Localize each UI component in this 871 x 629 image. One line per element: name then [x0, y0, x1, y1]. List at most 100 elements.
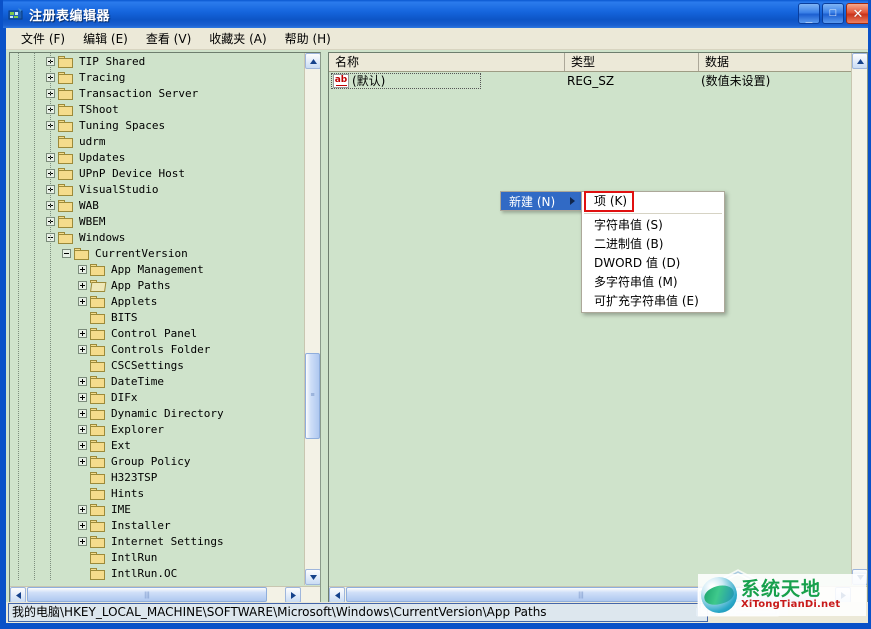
tree-node[interactable]: Group Policy [10, 453, 304, 469]
menu-help[interactable]: 帮助 (H) [276, 28, 340, 49]
submenu-item-expandable-string-value[interactable]: 可扩充字符串值 (E) [582, 292, 724, 311]
expand-node-icon[interactable] [78, 329, 87, 338]
tree-node-spacer [78, 489, 87, 498]
expand-node-icon[interactable] [78, 393, 87, 402]
tree-node[interactable]: Transaction Server [10, 85, 304, 101]
menu-file[interactable]: 文件 (F) [12, 28, 74, 49]
list-hscroll-thumb[interactable]: ||| [346, 587, 816, 602]
expand-node-icon[interactable] [78, 297, 87, 306]
expand-node-icon[interactable] [78, 409, 87, 418]
tree-node-spacer [78, 361, 87, 370]
expand-node-icon[interactable] [78, 441, 87, 450]
minimize-button[interactable]: _ [798, 3, 820, 24]
tree-node[interactable]: App Management [10, 261, 304, 277]
submenu-item-multi-string-value[interactable]: 多字符串值 (M) [582, 273, 724, 292]
menu-view[interactable]: 查看 (V) [137, 28, 200, 49]
tree-node[interactable]: udrm [10, 133, 304, 149]
tree-node[interactable]: DateTime [10, 373, 304, 389]
tree-node[interactable]: IME [10, 501, 304, 517]
column-header-type[interactable]: 类型 [565, 53, 699, 71]
expand-node-icon[interactable] [78, 425, 87, 434]
tree-node[interactable]: IntlRun.OC [10, 565, 304, 581]
tree-node[interactable]: Tuning Spaces [10, 117, 304, 133]
tree-node-label: CSCSettings [110, 359, 184, 372]
folder-icon [58, 167, 74, 180]
expand-node-icon[interactable] [78, 281, 87, 290]
expand-node-icon[interactable] [78, 457, 87, 466]
tree-node-label: WAB [78, 199, 99, 212]
list-hscroll-right-button[interactable] [835, 587, 851, 603]
tree-node[interactable]: CurrentVersion [10, 245, 304, 261]
expand-node-icon[interactable] [78, 377, 87, 386]
menu-edit[interactable]: 编辑 (E) [74, 28, 137, 49]
minimize-icon: _ [799, 13, 819, 21]
submenu-item-string-value[interactable]: 字符串值 (S) [582, 216, 724, 235]
tree-scroll-thumb[interactable]: ≡ [305, 353, 320, 439]
tree-node-label: Dynamic Directory [110, 407, 224, 420]
list-vertical-scrollbar[interactable] [851, 53, 867, 585]
tree-hscroll-thumb[interactable]: ||| [27, 587, 267, 602]
submenu-arrow-icon [570, 197, 575, 205]
menu-favorites[interactable]: 收藏夹 (A) [200, 28, 275, 49]
tree-node[interactable]: Explorer [10, 421, 304, 437]
column-header-data[interactable]: 数据 [699, 53, 867, 71]
tree-node[interactable]: Ext [10, 437, 304, 453]
list-scroll-down-button[interactable] [852, 569, 868, 585]
registry-editor-window: 注册表编辑器 _ □ ✕ 文件 (F) 编辑 (E) 查看 (V) 收藏夹 (A… [0, 0, 871, 629]
tree-node[interactable]: Applets [10, 293, 304, 309]
tree-node[interactable]: WAB [10, 197, 304, 213]
submenu-item-dword-value[interactable]: DWORD 值 (D) [582, 254, 724, 273]
collapse-node-icon[interactable] [62, 249, 71, 258]
tree-node[interactable]: Tracing [10, 69, 304, 85]
tree-horizontal-scrollbar[interactable]: ||| [10, 586, 320, 602]
tree-hscroll-left-button[interactable] [10, 587, 26, 603]
tree-node[interactable]: Windows [10, 229, 304, 245]
folder-icon [90, 423, 106, 436]
list-hscroll-left-button[interactable] [329, 587, 345, 603]
folder-icon [90, 567, 106, 580]
column-header-name[interactable]: 名称 [329, 53, 565, 71]
tree-node[interactable]: Installer [10, 517, 304, 533]
maximize-button[interactable]: □ [822, 3, 844, 24]
tree-node[interactable]: UPnP Device Host [10, 165, 304, 181]
tree-node[interactable]: Hints [10, 485, 304, 501]
tree-node[interactable]: Controls Folder [10, 341, 304, 357]
tree-node-label: IntlRun.OC [110, 567, 177, 580]
tree-node[interactable]: DIFx [10, 389, 304, 405]
folder-icon [90, 375, 106, 388]
tree-node[interactable]: App Paths [10, 277, 304, 293]
title-bar[interactable]: 注册表编辑器 _ □ ✕ [3, 0, 871, 28]
expand-node-icon[interactable] [78, 505, 87, 514]
tree-node[interactable]: TShoot [10, 101, 304, 117]
tree-vertical-scrollbar[interactable]: ≡ [304, 53, 320, 585]
table-row[interactable]: ab (默认) REG_SZ (数值未设置) [329, 72, 867, 90]
close-button[interactable]: ✕ [846, 3, 870, 24]
tree-scroll-down-button[interactable] [305, 569, 321, 585]
submenu-item-binary-value[interactable]: 二进制值 (B) [582, 235, 724, 254]
tree-node[interactable]: Updates [10, 149, 304, 165]
tree-node[interactable]: WBEM [10, 213, 304, 229]
list-horizontal-scrollbar[interactable]: ||| [329, 586, 867, 602]
submenu-item-key[interactable]: 项 (K) [582, 192, 724, 211]
tree-scroll-up-button[interactable] [305, 53, 321, 69]
tree-node[interactable]: BITS [10, 309, 304, 325]
tree-node[interactable]: CSCSettings [10, 357, 304, 373]
expand-node-icon[interactable] [78, 265, 87, 274]
tree-node[interactable]: VisualStudio [10, 181, 304, 197]
tree-node[interactable]: Control Panel [10, 325, 304, 341]
expand-node-icon[interactable] [78, 537, 87, 546]
context-menu-new-item[interactable]: 新建 (N) [500, 191, 582, 211]
expand-node-icon[interactable] [78, 345, 87, 354]
tree-node[interactable]: Dynamic Directory [10, 405, 304, 421]
list-scroll-up-button[interactable] [852, 53, 868, 69]
tree-node-label: VisualStudio [78, 183, 158, 196]
folder-icon [90, 359, 106, 372]
tree-node[interactable]: TIP Shared [10, 53, 304, 69]
tree-node[interactable]: H323TSP [10, 469, 304, 485]
tree-node[interactable]: IntlRun [10, 549, 304, 565]
tree-hscroll-right-button[interactable] [285, 587, 301, 603]
tree-node[interactable]: Internet Settings [10, 533, 304, 549]
tree-node-list: TIP SharedTracingTransaction ServerTShoo… [10, 53, 304, 581]
expand-node-icon[interactable] [78, 521, 87, 530]
tree-node-label: Updates [78, 151, 125, 164]
